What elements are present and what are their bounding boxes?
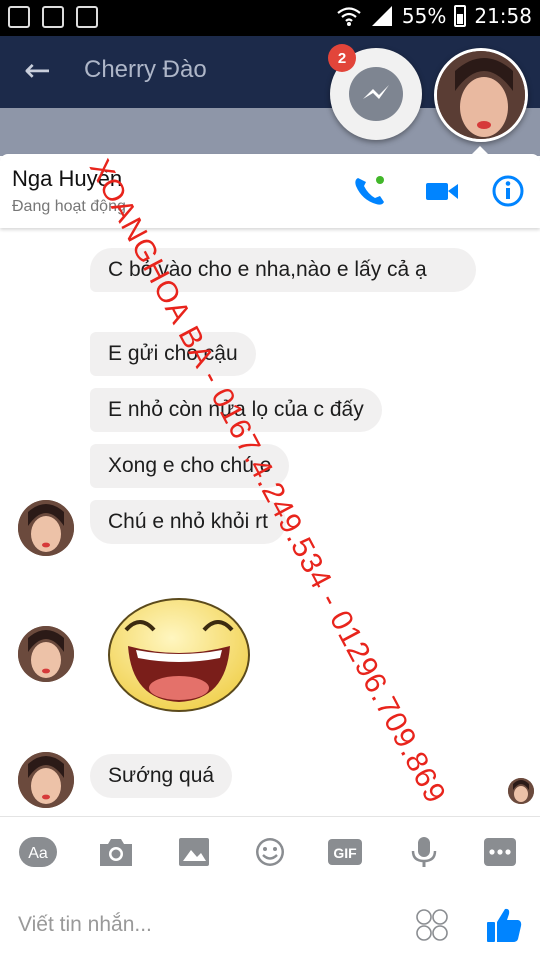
message-bubble[interactable]: E gửi cho cậu [90,332,256,376]
text-style-button[interactable]: Aa [18,835,58,869]
more-options-icon[interactable] [480,835,520,869]
message-input[interactable]: Viết tin nhắn... [18,913,152,937]
image-notification-icon [76,6,98,28]
emoji-icon[interactable] [250,835,290,869]
message-bubble[interactable]: Xong e cho chú e [90,444,290,488]
sender-avatar[interactable] [18,626,74,682]
back-arrow-icon[interactable]: ← [24,52,51,88]
message-bubble[interactable]: Chú e nhỏ khỏi rt [90,500,286,544]
user-chathead[interactable] [434,48,528,142]
emoji-picker-icon[interactable] [414,907,450,943]
clock: 21:58 [474,4,532,28]
contact-name[interactable]: Nga Huyền [12,166,122,192]
phone-icon[interactable] [352,174,388,208]
message-bubble[interactable]: C bỏ vào cho e nha,nào e lấy cả ạ [90,248,476,292]
message-notification-icon [42,6,64,28]
avatar-photo [508,778,534,804]
gif-label: GIF [333,845,357,861]
background-app-title: Cherry Đào [84,56,207,83]
info-icon[interactable] [490,174,526,208]
wifi-icon [337,7,361,26]
gallery-icon[interactable] [174,835,214,869]
video-call-icon[interactable] [424,174,460,208]
camera-icon[interactable] [96,835,136,869]
avatar-photo [18,626,74,682]
message-bubble[interactable]: E nhỏ còn nửa lọ của c đấy [90,388,382,432]
gif-button[interactable]: GIF [326,835,366,869]
like-thumb-icon[interactable] [484,905,524,945]
microphone-icon[interactable] [404,835,444,869]
composer: Aa GIF Viết tin nhắn... [0,816,540,960]
battery-percent: 55% [401,4,447,28]
screen: 55% 21:58 ← Cherry Đào 2 Nga Huyền Đang … [0,0,540,960]
messenger-icon [363,85,389,99]
chat-header: Nga Huyền Đang hoạt động [0,154,540,228]
status-bar: 55% 21:58 [0,0,540,36]
sender-avatar[interactable] [18,500,74,556]
aa-label: Aa [28,845,48,862]
sender-avatar[interactable] [18,752,74,808]
battery-icon [454,5,467,27]
avatar-photo [18,500,74,556]
signal-icon [371,6,392,26]
message-bubble[interactable]: Sướng quá [90,754,233,798]
read-receipt-avatar [508,778,534,804]
contact-status: Đang hoạt động [12,198,126,215]
avatar-photo [18,752,74,808]
unread-badge: 2 [328,44,356,72]
laughing-sticker[interactable] [106,596,252,714]
notification-icon [8,6,30,28]
